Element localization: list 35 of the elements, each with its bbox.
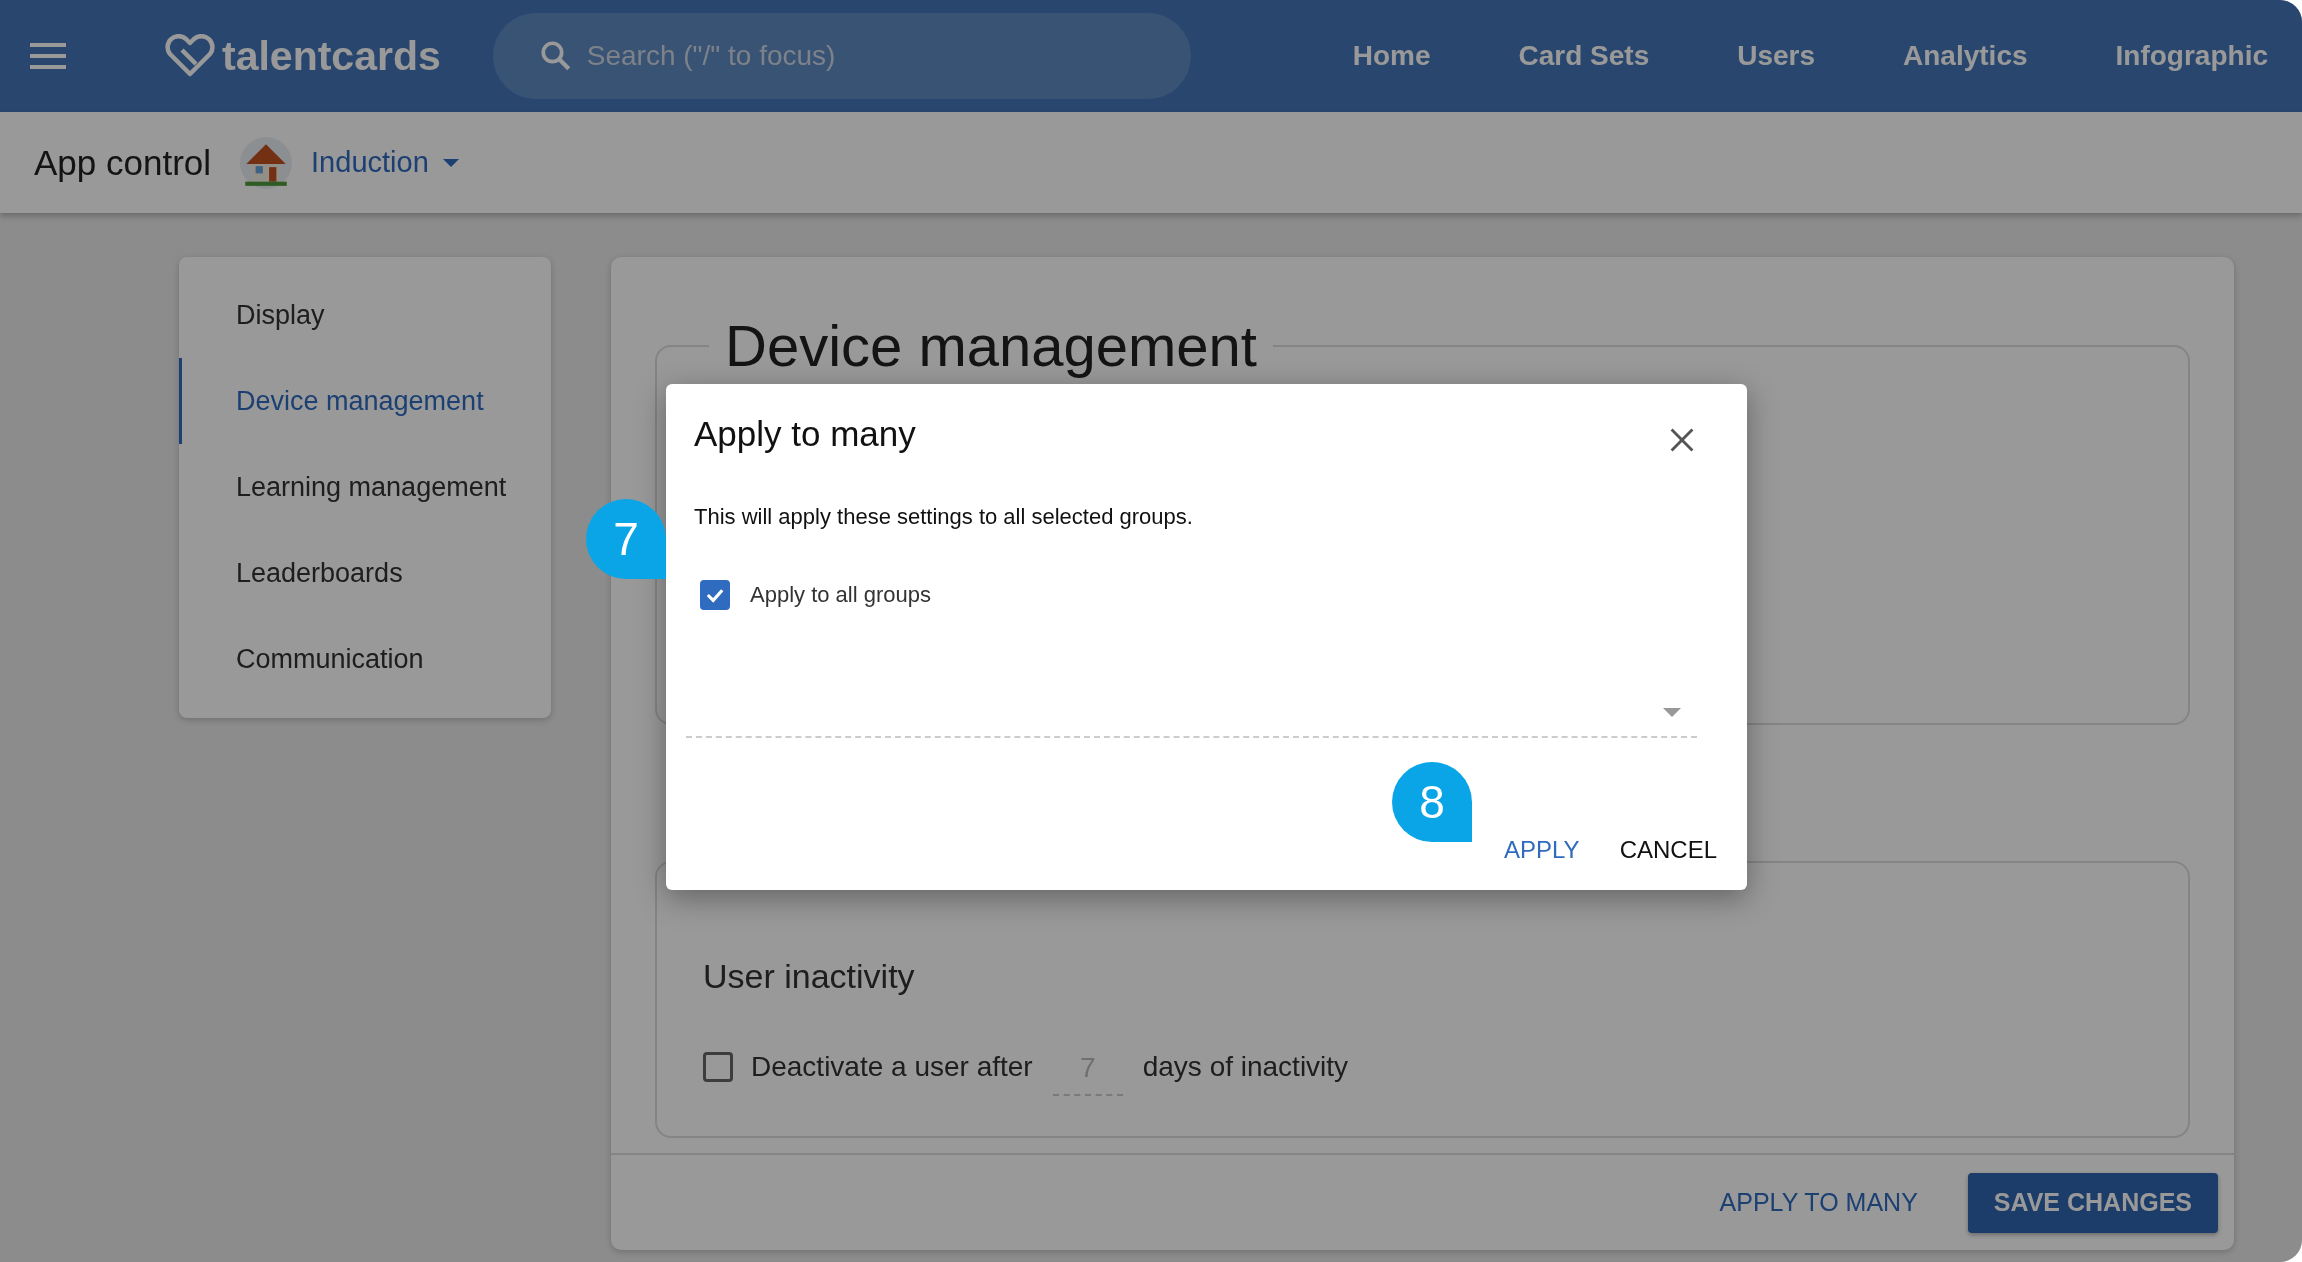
sidebar-item[interactable]: Device management [179,358,484,444]
dialog-title: Apply to many [694,414,916,454]
house-icon [239,135,294,190]
callout-badge: 7 [586,499,666,579]
section-title: Device management [724,312,1258,379]
checkbox[interactable] [700,580,730,610]
heart-logo-icon [164,34,216,78]
dialog-button[interactable]: APPLY [1504,828,1580,872]
close-icon[interactable] [1669,427,1695,453]
checkbox[interactable] [703,1052,733,1082]
nav-link[interactable]: Card Sets [1518,40,1650,72]
nav-link[interactable]: Infographic [2115,40,2268,72]
dialog-message: This will apply these settings to all selected groups. [694,504,1194,530]
save-button[interactable]: SAVE CHANGES [1967,1172,2218,1233]
section-subtitle: User inactivity [703,957,916,996]
sidebar-item[interactable]: Communication [179,616,424,702]
group-dropdown[interactable]: Induction [311,146,459,179]
logo-text[interactable]: talentcards [222,32,441,80]
nav-link[interactable]: Analytics [1903,40,2028,72]
search-icon [538,39,573,73]
menu-icon[interactable] [30,43,66,69]
caret-icon [442,158,459,167]
caret-icon [1663,707,1681,717]
search-input[interactable]: Search ("/" to focus) [584,39,1149,73]
option-label: days of inactivity [1142,1051,1349,1083]
text-button[interactable]: APPLY TO MANY [1707,1174,1930,1231]
sidebar-item[interactable]: Learning management [179,444,507,530]
sidebar-item[interactable]: Display [179,272,325,358]
checkbox-label: Apply to all groups [750,582,931,608]
option-label: Deactivate a user after [751,1051,1033,1083]
nav-link[interactable]: Home [1352,40,1431,72]
sidebar-item[interactable]: Leaderboards [179,530,403,616]
nav-link[interactable]: Users [1737,40,1816,72]
dialog-button[interactable]: CANCEL [1619,828,1717,872]
page-title: App control [34,142,212,183]
